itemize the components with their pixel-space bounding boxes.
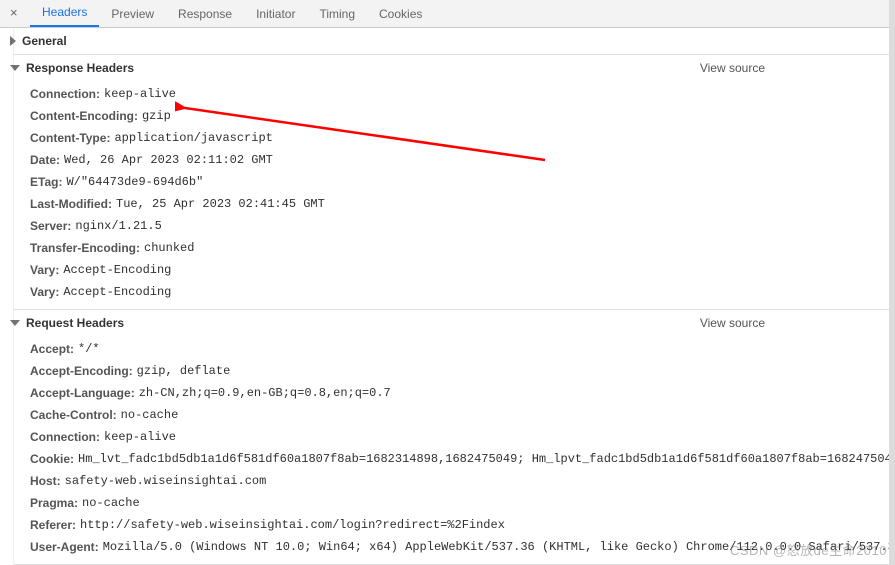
header-value: application/javascript <box>114 130 272 146</box>
header-value: Tue, 25 Apr 2023 02:41:45 GMT <box>116 196 325 212</box>
header-row: VaryAccept-Encoding <box>30 281 895 303</box>
header-row: Last-ModifiedTue, 25 Apr 2023 02:41:45 G… <box>30 193 895 215</box>
header-value: safety-web.wiseinsightai.com <box>65 473 267 489</box>
header-name: Cookie <box>30 451 78 467</box>
header-name: Accept <box>30 341 78 357</box>
header-row: Connectionkeep-alive <box>30 426 895 448</box>
chevron-down-icon <box>10 320 20 326</box>
header-row: Transfer-Encodingchunked <box>30 237 895 259</box>
header-value: no-cache <box>121 407 179 423</box>
header-name: Host <box>30 473 65 489</box>
header-name: Accept-Language <box>30 385 139 401</box>
section-title: General <box>22 34 67 48</box>
header-value: gzip <box>142 108 171 124</box>
header-row: Connectionkeep-alive <box>30 83 895 105</box>
tab-preview[interactable]: Preview <box>99 1 166 27</box>
header-row: ETagW/"64473de9-694d6b" <box>30 171 895 193</box>
header-value: Accept-Encoding <box>63 262 171 278</box>
header-row: Cache-Controlno-cache <box>30 404 895 426</box>
header-value: Wed, 26 Apr 2023 02:11:02 GMT <box>64 152 273 168</box>
chevron-right-icon <box>10 36 16 46</box>
header-row: DateWed, 26 Apr 2023 02:11:02 GMT <box>30 149 895 171</box>
section-general-header[interactable]: General <box>0 28 895 54</box>
header-name: Connection <box>30 429 104 445</box>
header-row: Accept-Encodinggzip, deflate <box>30 360 895 382</box>
header-row: Accept-Languagezh-CN,zh;q=0.9,en-GB;q=0.… <box>30 382 895 404</box>
request-headers-list: Accept*/*Accept-Encodinggzip, deflateAcc… <box>0 336 895 564</box>
header-value: gzip, deflate <box>137 363 231 379</box>
header-row: CookieHm_lvt_fadc1bd5db1a1d6f581df60a180… <box>30 448 895 470</box>
header-row: Pragmano-cache <box>30 492 895 514</box>
header-name: Pragma <box>30 495 82 511</box>
header-value: keep-alive <box>104 86 176 102</box>
tab-response[interactable]: Response <box>166 1 244 27</box>
close-icon[interactable]: × <box>10 5 18 20</box>
header-value: */* <box>78 341 100 357</box>
chevron-down-icon <box>10 65 20 71</box>
section-request-header[interactable]: Request Headers View source <box>0 310 895 336</box>
header-row: Hostsafety-web.wiseinsightai.com <box>30 470 895 492</box>
header-row: Servernginx/1.21.5 <box>30 215 895 237</box>
section-request-headers: Request Headers View source Accept*/*Acc… <box>0 310 895 565</box>
header-row: Content-Typeapplication/javascript <box>30 127 895 149</box>
left-gutter <box>0 28 14 565</box>
view-source-link[interactable]: View source <box>700 61 765 75</box>
header-name: Vary <box>30 262 63 278</box>
header-row: Accept*/* <box>30 338 895 360</box>
tab-initiator[interactable]: Initiator <box>244 1 307 27</box>
tab-cookies[interactable]: Cookies <box>367 1 434 27</box>
header-value: W/"64473de9-694d6b" <box>66 174 203 190</box>
header-value: keep-alive <box>104 429 176 445</box>
header-row: User-AgentMozilla/5.0 (Windows NT 10.0; … <box>30 536 895 558</box>
scrollbar-gutter[interactable] <box>889 0 895 565</box>
view-source-link[interactable]: View source <box>700 316 765 330</box>
header-value: chunked <box>144 240 194 256</box>
section-general: General <box>0 28 895 55</box>
header-value: Hm_lvt_fadc1bd5db1a1d6f581df60a1807f8ab=… <box>78 451 895 467</box>
header-name: Date <box>30 152 64 168</box>
header-name: Content-Encoding <box>30 108 142 124</box>
header-name: Connection <box>30 86 104 102</box>
header-name: Transfer-Encoding <box>30 240 144 256</box>
header-name: Accept-Encoding <box>30 363 137 379</box>
header-value: zh-CN,zh;q=0.9,en-GB;q=0.8,en;q=0.7 <box>139 385 391 401</box>
header-value: Accept-Encoding <box>63 284 171 300</box>
section-title: Response Headers <box>26 61 134 75</box>
header-row: Refererhttp://safety-web.wiseinsightai.c… <box>30 514 895 536</box>
header-name: Cache-Control <box>30 407 121 423</box>
header-name: Server <box>30 218 75 234</box>
section-title: Request Headers <box>26 316 124 330</box>
response-headers-list: Connectionkeep-aliveContent-Encodinggzip… <box>0 81 895 309</box>
header-value: http://safety-web.wiseinsightai.com/logi… <box>80 517 505 533</box>
header-name: Referer <box>30 517 80 533</box>
header-value: no-cache <box>82 495 140 511</box>
header-name: Content-Type <box>30 130 114 146</box>
section-response-headers: Response Headers View source Connectionk… <box>0 55 895 310</box>
tab-bar: Headers Preview Response Initiator Timin… <box>0 0 895 28</box>
header-value: nginx/1.21.5 <box>75 218 161 234</box>
header-name: ETag <box>30 174 66 190</box>
tab-headers[interactable]: Headers <box>30 0 99 27</box>
header-row: Content-Encodinggzip <box>30 105 895 127</box>
header-name: Vary <box>30 284 63 300</box>
header-row: VaryAccept-Encoding <box>30 259 895 281</box>
section-response-header[interactable]: Response Headers View source <box>0 55 895 81</box>
header-name: Last-Modified <box>30 196 116 212</box>
tab-timing[interactable]: Timing <box>307 1 367 27</box>
